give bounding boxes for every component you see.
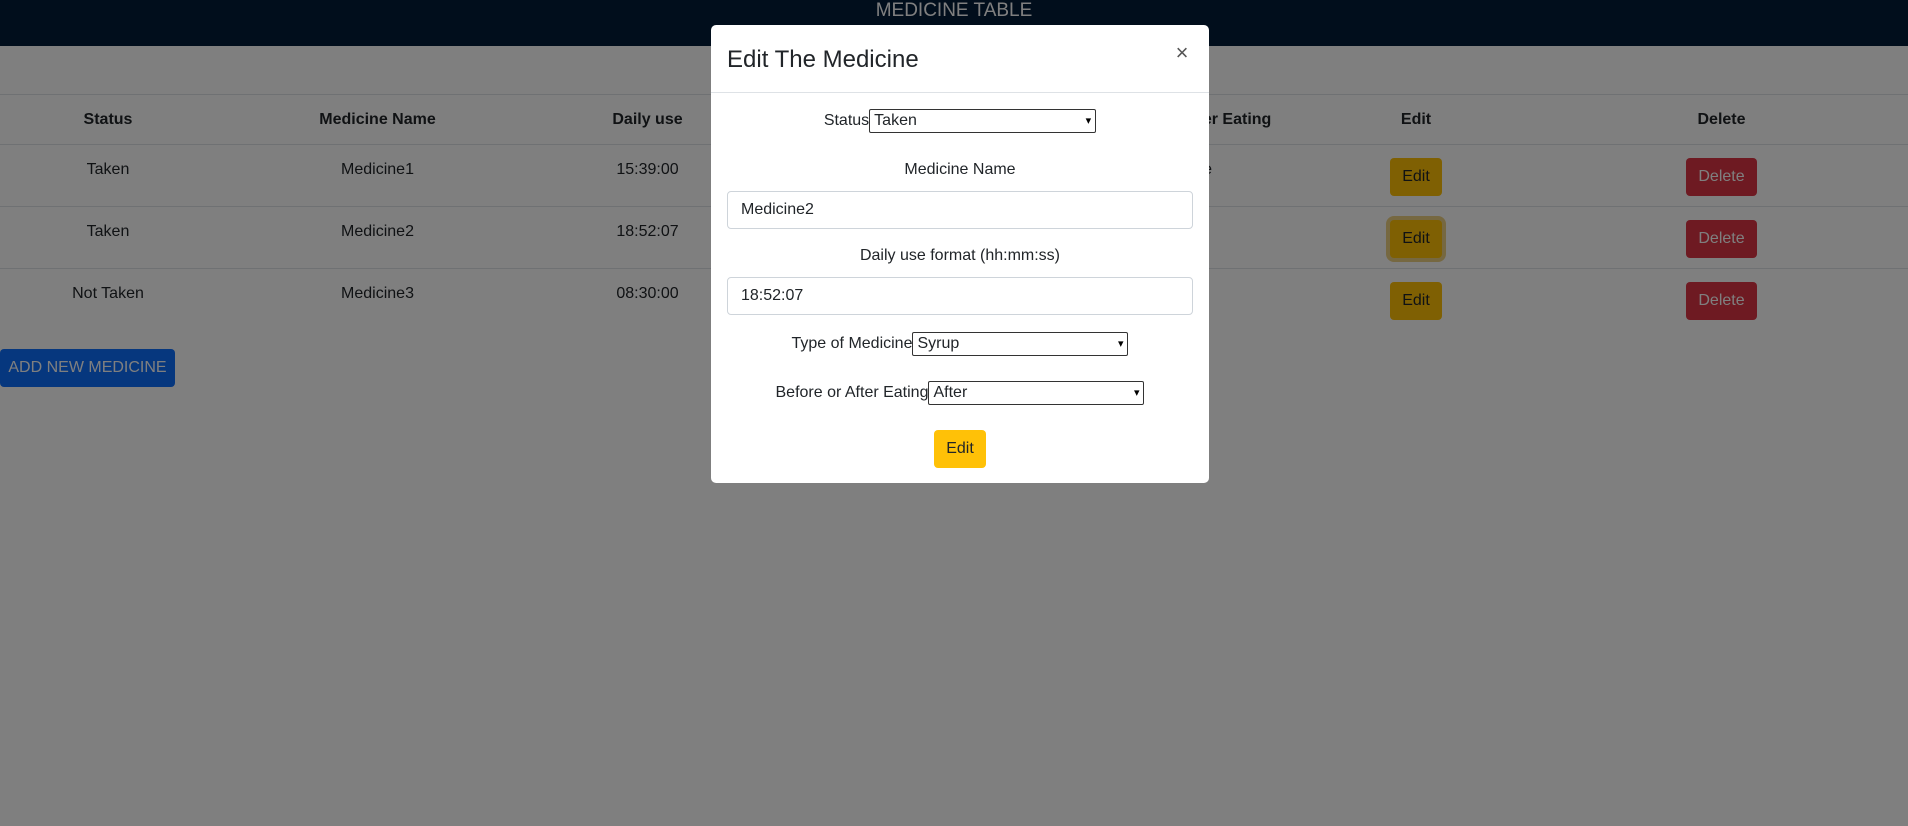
modal-title: Edit The Medicine bbox=[727, 46, 919, 73]
eating-select-value: After bbox=[933, 384, 968, 401]
eating-select[interactable]: After ▾ bbox=[928, 381, 1145, 405]
eating-label: Before or After Eating bbox=[775, 384, 929, 401]
medicine-name-input[interactable]: Medicine2 bbox=[727, 191, 1193, 229]
eating-row: Before or After Eating After ▾ bbox=[711, 381, 1209, 405]
close-icon[interactable]: × bbox=[1172, 41, 1192, 65]
status-select[interactable]: Taken ▾ bbox=[869, 109, 1097, 133]
chevron-down-icon: ▾ bbox=[1133, 387, 1140, 399]
medicine-name-label: Medicine Name bbox=[904, 161, 1016, 178]
page: MEDICINE TABLE Status Medicine Name Dail… bbox=[0, 0, 1908, 826]
chevron-down-icon: ▾ bbox=[1085, 115, 1092, 127]
submit-edit-button[interactable]: Edit bbox=[934, 430, 986, 468]
type-label: Type of Medicine bbox=[791, 335, 913, 352]
type-select[interactable]: Syrup ▾ bbox=[912, 332, 1129, 356]
status-row: Status Taken ▾ bbox=[711, 109, 1209, 133]
modal-header: Edit The Medicine × bbox=[711, 25, 1209, 93]
status-label: Status bbox=[823, 112, 870, 129]
type-row: Type of Medicine Syrup ▾ bbox=[711, 332, 1209, 356]
type-select-value: Syrup bbox=[917, 335, 960, 352]
edit-medicine-modal: Edit The Medicine × Status Taken ▾ Medicin… bbox=[711, 25, 1209, 483]
status-select-value: Taken bbox=[874, 112, 917, 129]
chevron-down-icon: ▾ bbox=[1117, 338, 1124, 350]
daily-use-label: Daily use format (hh:mm:ss) bbox=[859, 247, 1061, 264]
daily-use-input[interactable]: 18:52:07 bbox=[727, 277, 1193, 315]
